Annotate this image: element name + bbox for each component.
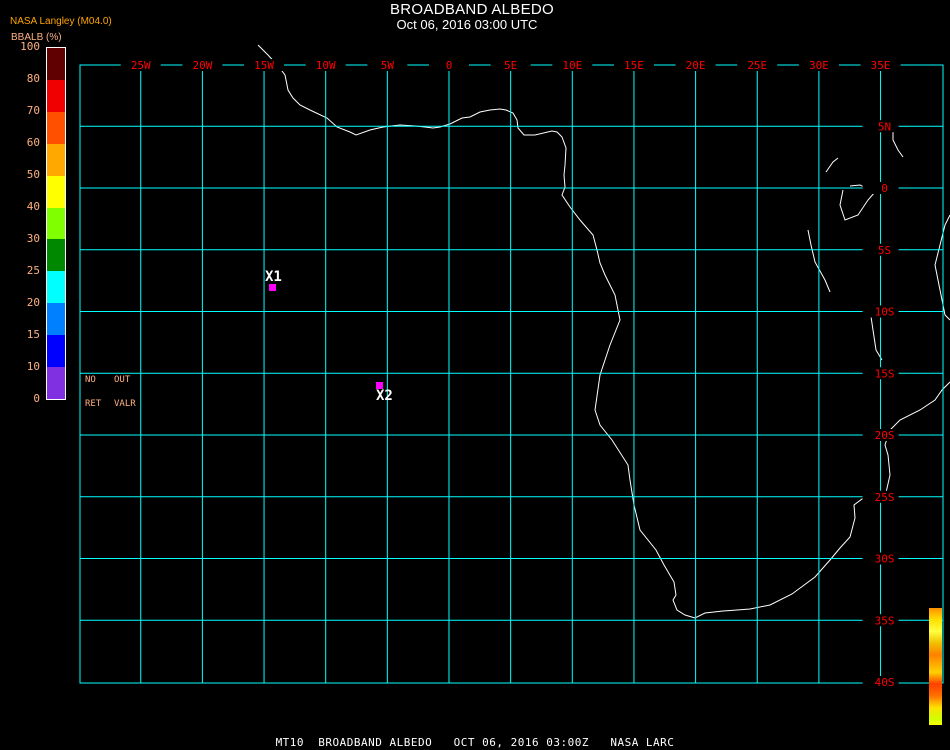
marker-x2-label: X2: [376, 388, 393, 404]
satellite-data-strip: [929, 608, 942, 725]
lon-label: 10E: [562, 59, 582, 72]
footer-caption: MT10 BROADBAND ALBEDO OCT 06, 2016 03:00…: [275, 736, 675, 749]
lat-label: 20S: [875, 429, 895, 442]
lon-label: 20W: [192, 59, 212, 72]
map-border: [79, 64, 944, 684]
legend-ret: RET: [85, 399, 102, 409]
lon-label: 15E: [624, 59, 644, 72]
map-canvas: 25W 20W 15W 10W 5W 0 5E 10E 15E 20E 25E 30E 35E 5N 0 5S…: [79, 44, 950, 689]
legend-out: OUT: [114, 375, 131, 385]
lon-label: 35E: [871, 59, 891, 72]
lon-label: 15W: [254, 59, 274, 72]
lat-label: 15S: [875, 367, 895, 380]
lon-label: 5E: [504, 59, 517, 72]
lon-label: 20E: [686, 59, 706, 72]
lon-label: 0: [446, 59, 453, 72]
lake-outline: [825, 157, 839, 173]
lat-label: 5S: [878, 244, 891, 257]
lat-label: 25S: [875, 491, 895, 504]
legend-valr: VALR: [114, 399, 136, 409]
marker-x1[interactable]: [269, 284, 276, 291]
lon-label: 25E: [747, 59, 767, 72]
lat-label: 0: [881, 182, 888, 195]
lon-label: 5W: [381, 59, 395, 72]
lat-label: 10S: [875, 306, 895, 319]
lon-label: 25W: [131, 59, 151, 72]
coastline-africa: [257, 44, 950, 619]
lat-label: 5N: [878, 120, 891, 133]
lat-label: 30S: [875, 553, 895, 566]
lon-label: 30E: [809, 59, 829, 72]
lon-label: 10W: [316, 59, 336, 72]
marker-x1-label: X1: [265, 269, 282, 285]
lat-label: 40S: [875, 676, 895, 689]
lat-label: 35S: [875, 614, 895, 627]
legend-no: NO: [85, 375, 96, 385]
